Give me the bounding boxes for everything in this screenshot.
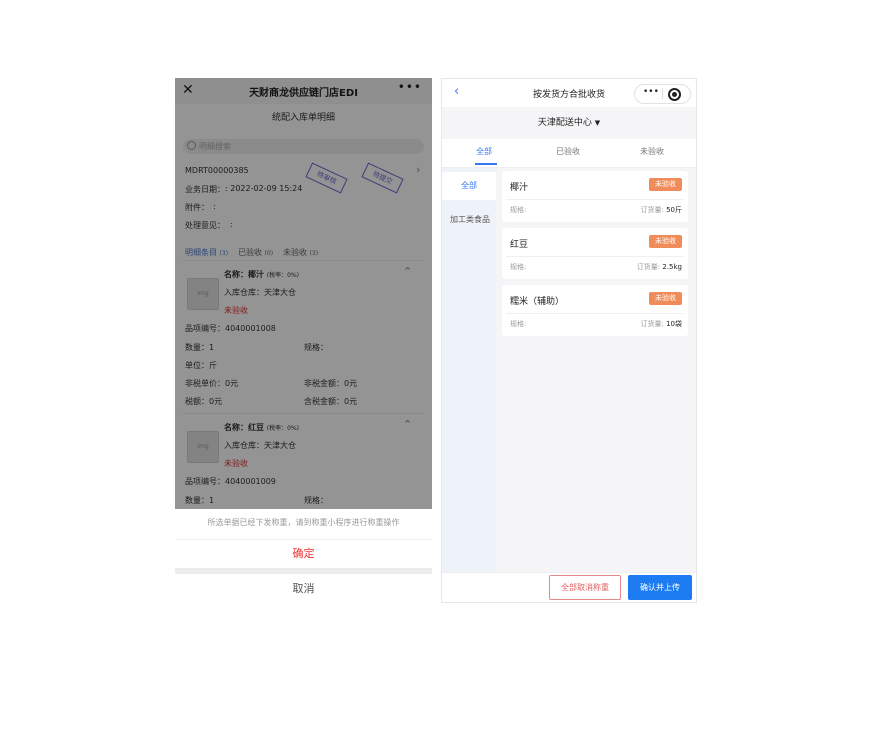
caret-down-icon: ▼ [594, 119, 601, 127]
tab-all[interactable]: 全部 [476, 146, 492, 157]
product-card[interactable]: 红豆 未验收 规格: 订货量: 2.5kg [502, 228, 688, 279]
product-name: 糯米（辅助） [510, 297, 565, 307]
order-quantity: 订货量: 50斤 [640, 205, 682, 215]
distribution-center-selector[interactable]: 天津配送中心 ▼ [442, 115, 696, 128]
left-phone-screen: ✕ 天财商龙供应链门店EDI ••• 统配入库单明细 明细搜索 MDRT0000… [175, 78, 432, 603]
product-spec: 规格: [510, 320, 527, 328]
mini-program-capsule: ••• [634, 84, 691, 104]
order-quantity: 订货量: 10袋 [640, 319, 682, 329]
category-item-processed-food[interactable]: 加工类食品 [450, 214, 492, 226]
cancel-button[interactable]: 取消 [175, 574, 432, 603]
cancel-all-weighing-button[interactable]: 全部取消称重 [549, 575, 621, 600]
order-quantity-label: 订货量: [640, 206, 664, 214]
confirm-upload-button[interactable]: 确认并上传 [628, 575, 692, 600]
tab-unchecked[interactable]: 未验收 [640, 146, 664, 157]
category-sidebar: 全部 加工类食品 [442, 168, 496, 572]
product-name: 椰汁 [510, 183, 529, 193]
status-badge: 未验收 [649, 178, 682, 191]
product-card[interactable]: 椰汁 未验收 规格: 订货量: 50斤 [502, 171, 688, 222]
divider [506, 199, 684, 200]
right-phone-screen: ‹ 按发货方合批收货 ••• 天津配送中心 ▼ 全部 已验收 未验收 全部 加工… [441, 78, 697, 603]
order-quantity-label: 订货量: [640, 320, 664, 328]
divider [506, 313, 684, 314]
status-badge: 未验收 [649, 235, 682, 248]
product-card[interactable]: 糯米（辅助） 未验收 规格: 订货量: 10袋 [502, 285, 688, 336]
status-badge: 未验收 [649, 292, 682, 305]
status-tabs: 全部 已验收 未验收 [442, 139, 696, 168]
product-spec: 规格: [510, 263, 527, 271]
order-quantity-value: 50斤 [666, 206, 682, 214]
divider [662, 88, 663, 99]
product-name: 红豆 [510, 240, 529, 250]
more-icon[interactable]: ••• [643, 87, 659, 97]
order-quantity-value: 2.5kg [662, 263, 682, 271]
category-item-all[interactable]: 全部 [442, 172, 496, 200]
tab-checked[interactable]: 已验收 [556, 146, 580, 157]
confirm-button[interactable]: 确定 [175, 539, 432, 568]
action-sheet: 所选单据已经下发称重，请到称重小程序进行称重操作 确定 取消 [175, 509, 432, 603]
divider [506, 256, 684, 257]
order-quantity-label: 订货量: [636, 263, 661, 271]
distribution-center-label: 天津配送中心 [537, 118, 592, 128]
order-quantity-value: 10袋 [666, 320, 682, 328]
navigation-bar: ‹ 按发货方合批收货 ••• [442, 79, 696, 107]
action-sheet-tip: 所选单据已经下发称重，请到称重小程序进行称重操作 [207, 518, 400, 527]
close-miniprogram-icon[interactable] [668, 88, 681, 101]
product-spec: 规格: [510, 206, 527, 214]
order-quantity: 订货量: 2.5kg [637, 262, 682, 272]
active-tab-indicator [475, 163, 497, 165]
bottom-action-bar: 全部取消称重 确认并上传 [442, 572, 696, 602]
modal-overlay[interactable] [175, 78, 432, 509]
